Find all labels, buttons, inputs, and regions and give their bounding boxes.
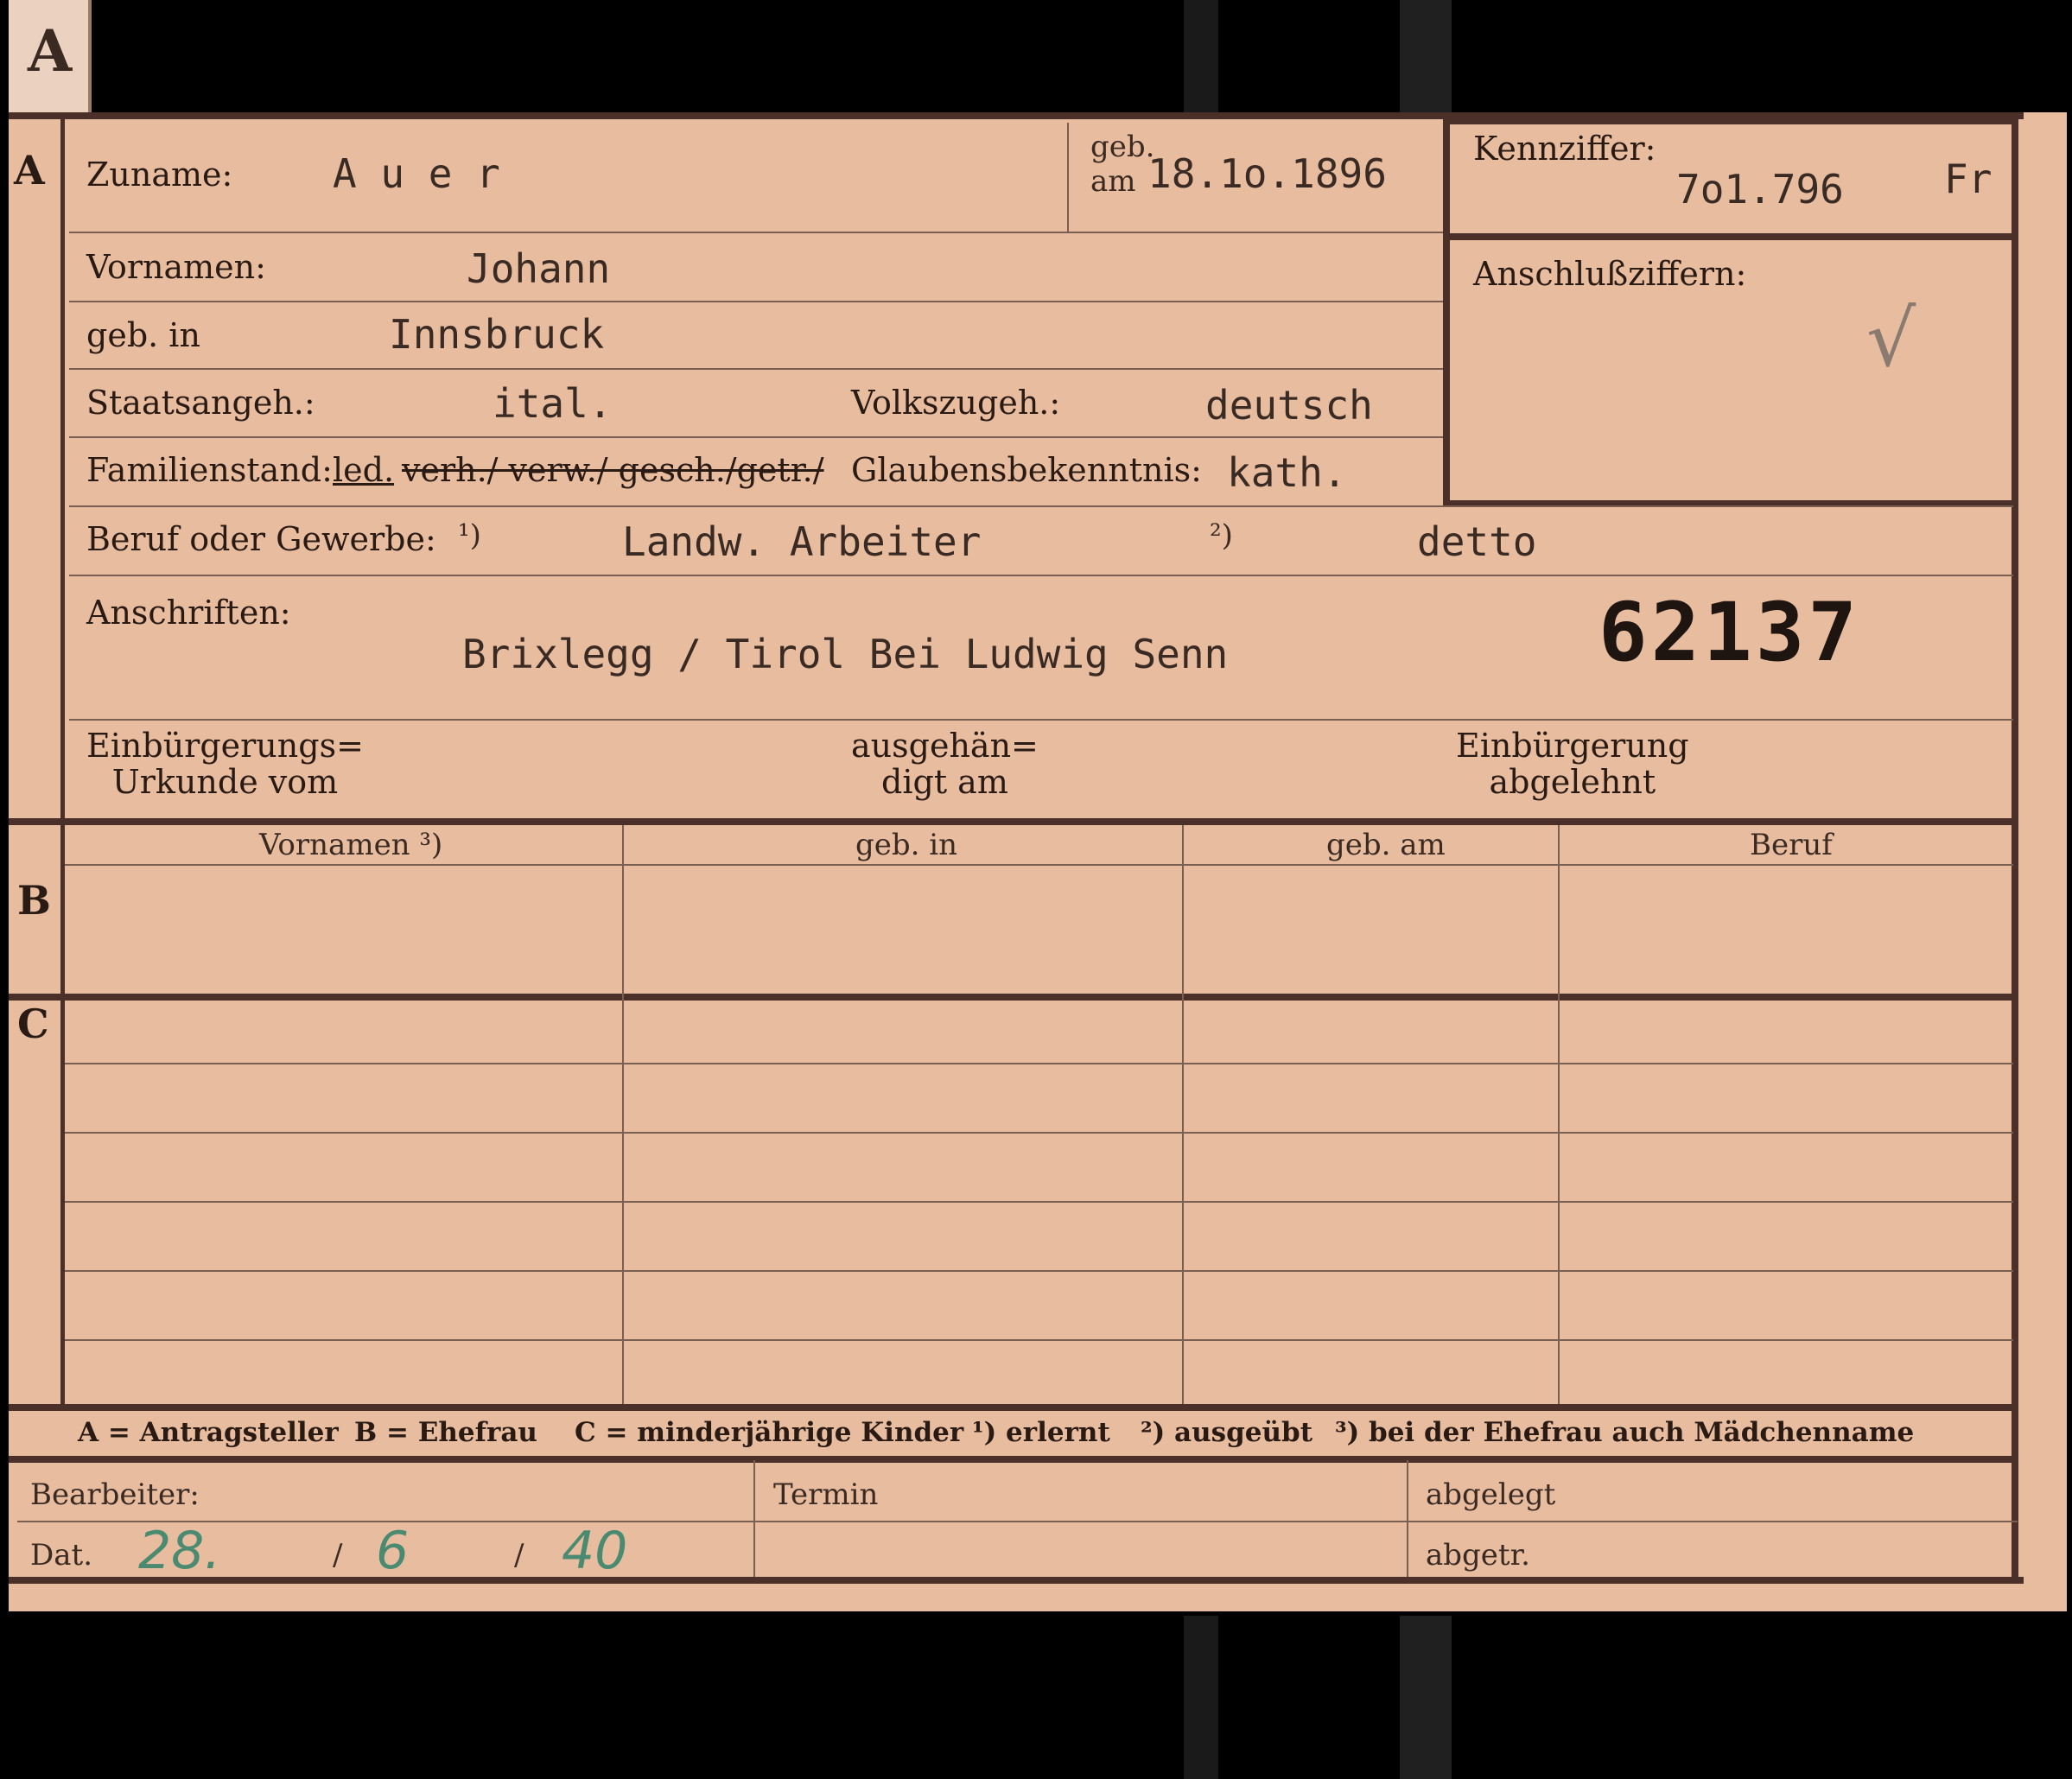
ausgehaendigt-line-2: digt am: [881, 763, 1008, 801]
volkszugeh-label: Volkszugeh.:: [851, 384, 1061, 422]
abgelehnt-line-1: Einbürgerung: [1456, 727, 1689, 765]
row-line: [69, 368, 1443, 370]
beruf-note-2: ²): [1210, 518, 1233, 553]
dat-label: Dat.: [30, 1538, 93, 1573]
section-b-letter: B: [17, 877, 51, 924]
geb-am-divider: [1067, 123, 1069, 232]
volkszugeh-value: deutsch: [1205, 382, 1373, 429]
row-line: [69, 232, 1443, 233]
glauben-label: Glaubensbekenntnis:: [851, 451, 1202, 489]
geb-in-label: geb. in: [86, 316, 200, 354]
table-row-line: [65, 1063, 2013, 1064]
abgelehnt-label: Einbürgerung abgelehnt: [1456, 727, 1689, 800]
anschluss-label: Anschlußziffern:: [1473, 255, 1747, 293]
geb-am-label-1: geb.: [1090, 130, 1155, 164]
vornamen-label: Vornamen:: [86, 248, 266, 286]
table-row-line: [65, 1339, 2013, 1341]
legend-note-1: ¹) erlernt: [972, 1417, 1110, 1448]
column-header-geb-am: geb. am: [1326, 828, 1446, 862]
vornamen-value: Johann: [467, 245, 611, 292]
ausgehaendigt-label: ausgehän= digt am: [851, 727, 1039, 800]
kennziffer-suffix: Fr: [1944, 156, 1993, 202]
beruf-label: Beruf oder Gewerbe:: [86, 520, 436, 558]
table-row-line: [65, 1201, 2013, 1203]
zuname-value: A u e r: [333, 150, 500, 197]
border-bottom: [9, 1577, 2024, 1584]
section-c-border: [9, 994, 2018, 1001]
kennziffer-label: Kennziffer:: [1473, 130, 1656, 168]
kennziffer-divider: [1443, 233, 2013, 240]
scanner-stripe: [1400, 1616, 1452, 1779]
table-col-divider: [622, 825, 624, 1404]
geb-am-label-2: am: [1090, 164, 1136, 199]
footer-row-line: [17, 1521, 2018, 1522]
glauben-value: kath.: [1227, 449, 1347, 496]
geb-am-value: 18.1o.1896: [1147, 150, 1387, 197]
row-line: [69, 719, 2013, 721]
registration-card: A B C Kennziffer: 7o1.796 Fr Anschlußzif…: [9, 112, 2067, 1611]
staatsangeh-value: ital.: [493, 380, 613, 427]
urkunde-label: Einbürgerungs= Urkunde vom: [86, 727, 364, 800]
legend-note-3: ³) bei der Ehefrau auch Mädchenname: [1335, 1417, 1915, 1448]
index-tab: A: [9, 0, 92, 117]
zuname-label: Zuname:: [86, 156, 233, 194]
row-line: [69, 301, 1443, 302]
column-header-beruf: Beruf: [1750, 828, 1833, 862]
scanner-stripe: [1184, 1616, 1218, 1779]
row-line: [69, 575, 2013, 576]
row-line: [69, 505, 2013, 507]
stamp-number: 62137: [1598, 586, 1860, 680]
termin-label: Termin: [773, 1477, 879, 1512]
table-col-divider: [1558, 825, 1560, 1404]
column-header-geb-in: geb. in: [855, 828, 958, 862]
beruf-note-1: ¹): [458, 518, 481, 553]
familienstand-options: verh./ verw./ gesch./getr./: [402, 451, 824, 489]
dat-year: 40: [562, 1521, 628, 1581]
legend-bottom-border: [9, 1456, 2018, 1463]
table-row-line: [65, 1132, 2013, 1134]
table-header-line: [65, 864, 2013, 866]
kennziffer-value: 7o1.796: [1676, 166, 1844, 213]
anschriften-label: Anschriften:: [86, 594, 291, 632]
urkunde-line-2: Urkunde vom: [111, 763, 339, 801]
beruf-value-2: detto: [1417, 518, 1537, 565]
abgelegt-label: abgelegt: [1426, 1477, 1556, 1512]
bearbeiter-label: Bearbeiter:: [30, 1477, 200, 1512]
abgelehnt-line-2: abgelehnt: [1489, 763, 1656, 801]
table-row-line: [65, 1270, 2013, 1272]
table-top-border: [9, 818, 2018, 825]
scanner-stripe: [1400, 0, 1452, 112]
check-mark: √: [1866, 294, 1916, 384]
urkunde-line-1: Einbürgerungs=: [86, 727, 364, 765]
abgetr-label: abgetr.: [1426, 1538, 1530, 1573]
geb-in-value: Innsbruck: [389, 311, 605, 358]
dat-separator: /: [514, 1538, 524, 1573]
dat-month: 6: [376, 1521, 410, 1581]
legend-note-2: ²) ausgeübt: [1141, 1417, 1313, 1448]
staatsangeh-label: Staatsangeh.:: [86, 384, 315, 422]
familienstand-led: led.: [333, 451, 395, 489]
section-c-letter: C: [17, 1001, 49, 1047]
legend-b: B = Ehefrau: [354, 1417, 537, 1448]
beruf-value-1: Landw. Arbeiter: [622, 518, 982, 565]
scanner-stripe: [1184, 0, 1218, 112]
column-header-vornamen: Vornamen ³): [259, 828, 443, 862]
dat-separator: /: [333, 1538, 343, 1573]
footer-divider: [1407, 1460, 1408, 1577]
border-left-inner: [60, 112, 65, 1407]
legend-a: A = Antragsteller: [78, 1417, 339, 1448]
legend-c: C = minderjährige Kinder: [575, 1417, 964, 1448]
section-a-letter: A: [14, 147, 45, 194]
row-line: [69, 436, 1443, 438]
table-col-divider: [1182, 825, 1184, 1404]
familienstand-label: Familienstand:: [86, 451, 333, 489]
anschriften-value: Brixlegg / Tirol Bei Ludwig Senn: [462, 631, 1229, 677]
tab-letter: A: [28, 17, 73, 85]
footer-divider: [753, 1460, 755, 1577]
dat-day: 28.: [138, 1521, 221, 1581]
ausgehaendigt-line-1: ausgehän=: [851, 727, 1039, 765]
table-bottom-border: [9, 1404, 2018, 1411]
